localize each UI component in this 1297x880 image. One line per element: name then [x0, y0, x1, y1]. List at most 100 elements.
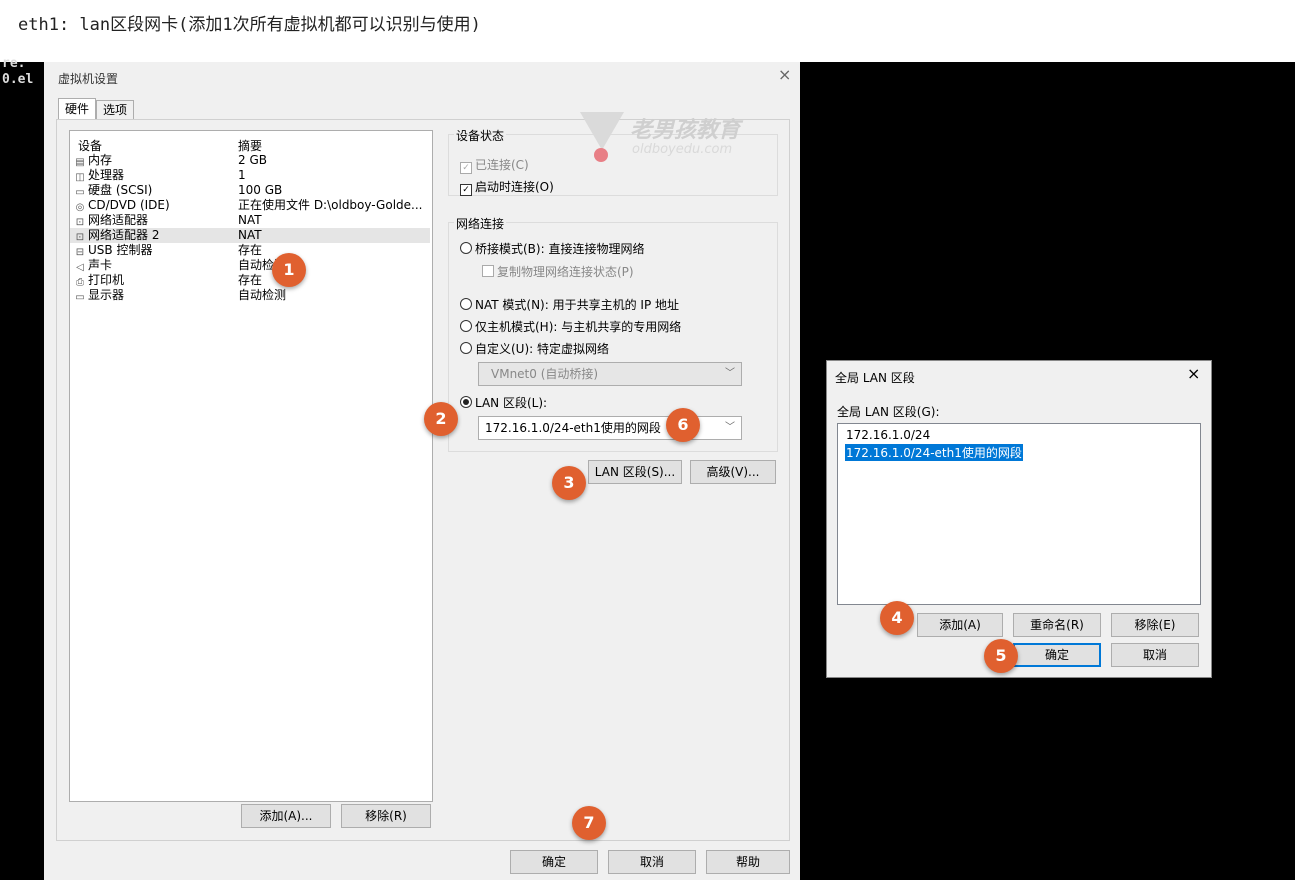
step-marker-3: 3 [552, 466, 586, 500]
network-icon: ⊡ [75, 217, 85, 228]
caption-text: eth1: lan区段网卡(添加1次所有虚拟机都可以识别与使用) [18, 15, 481, 35]
device-name: 内存 [88, 153, 113, 167]
watermark-logo-icon [580, 112, 624, 150]
device-summary: 正在使用文件 D:\oldboy-Golde... [238, 198, 423, 212]
lan-segments-button[interactable]: LAN 区段(S)... [588, 460, 682, 484]
lan-segment-select[interactable]: 172.16.1.0/24-eth1使用的网段 ﹀ [478, 416, 742, 440]
device-summary: 2 GB [238, 153, 267, 167]
bridged-label: 桥接模式(B): 直接连接物理网络 [475, 242, 645, 256]
device-row-network-2[interactable]: ⊡ 网络适配器 2 NAT [70, 228, 430, 243]
terminal-output: re. 0.el [2, 56, 33, 88]
device-name: USB 控制器 [88, 243, 153, 257]
lan-segment-radio[interactable]: LAN 区段(L): [460, 394, 547, 411]
device-row-cpu[interactable]: ◫ 处理器 1 [70, 168, 430, 183]
monitor-icon: ▭ [75, 292, 85, 303]
nat-radio[interactable]: NAT 模式(N): 用于共享主机的 IP 地址 [460, 296, 679, 313]
connect-at-power-on-label: 启动时连接(O) [475, 180, 554, 194]
lan-segment-list[interactable]: 172.16.1.0/24 172.16.1.0/24-eth1使用的网段 [837, 423, 1201, 605]
device-row-display[interactable]: ▭ 显示器 自动检测 [70, 288, 430, 303]
list-item-selected[interactable]: 172.16.1.0/24-eth1使用的网段 [845, 444, 1023, 461]
device-row-printer[interactable]: ⎙ 打印机 存在 [70, 273, 430, 288]
device-summary: 存在 [238, 243, 263, 257]
device-status-label: 设备状态 [454, 127, 507, 144]
watermark-brand: 老男孩教育 [630, 118, 741, 143]
usb-icon: ⊟ [75, 247, 85, 258]
add-hardware-button[interactable]: 添加(A)... [241, 804, 331, 828]
chevron-down-icon: ﹀ [725, 368, 735, 379]
network-icon: ⊡ [75, 232, 85, 243]
step-marker-6: 6 [666, 408, 700, 442]
connect-at-power-on-checkbox[interactable]: ✓ 启动时连接(O) [460, 178, 554, 196]
bridged-radio[interactable]: 桥接模式(B): 直接连接物理网络 [460, 240, 644, 257]
device-row-memory[interactable]: ▤ 内存 2 GB [70, 153, 430, 168]
device-name: CD/DVD (IDE) [88, 198, 170, 212]
lan-segment-value: 172.16.1.0/24-eth1使用的网段 [485, 421, 661, 435]
replicate-state-checkbox[interactable]: 复制物理网络连接状态(P) [482, 263, 634, 280]
tab-hardware[interactable]: 硬件 [58, 98, 96, 120]
dialog-title: 全局 LAN 区段 [835, 371, 915, 385]
device-row-sound[interactable]: ◁ 声卡 自动检测 [70, 258, 430, 273]
add-segment-button[interactable]: 添加(A) [917, 613, 1003, 637]
cd-icon: ◎ [75, 202, 85, 213]
radio-icon [460, 298, 472, 310]
device-summary: 存在 [238, 273, 263, 287]
step-marker-4: 4 [880, 601, 914, 635]
device-summary: NAT [238, 228, 262, 242]
device-name: 显示器 [88, 288, 125, 302]
step-marker-5: 5 [984, 639, 1018, 673]
device-name: 网络适配器 2 [88, 228, 160, 242]
vm-settings-window: 虚拟机设置 × 硬件 选项 设备 摘要 ▤ 内存 2 GB ◫ 处理器 1 ▭ 硬盘 … [44, 62, 800, 880]
device-summary: 1 [238, 168, 246, 182]
cancel-button[interactable]: 取消 [608, 850, 696, 874]
custom-radio[interactable]: 自定义(U): 特定虚拟网络 [460, 340, 609, 357]
remove-hardware-button[interactable]: 移除(R) [341, 804, 431, 828]
custom-label: 自定义(U): 特定虚拟网络 [475, 342, 610, 356]
list-item[interactable]: 172.16.1.0/24 [845, 428, 931, 442]
cpu-icon: ◫ [75, 172, 85, 183]
close-icon[interactable]: × [1187, 364, 1200, 383]
nat-label: NAT 模式(N): 用于共享主机的 IP 地址 [475, 298, 680, 312]
device-row-disk[interactable]: ▭ 硬盘 (SCSI) 100 GB [70, 183, 430, 198]
connected-label: 已连接(C) [475, 158, 529, 172]
lan-segment-label: LAN 区段(L): [475, 396, 548, 410]
step-marker-1: 1 [272, 253, 306, 287]
advanced-button[interactable]: 高级(V)... [690, 460, 776, 484]
radio-icon [460, 342, 472, 354]
rename-segment-button[interactable]: 重命名(R) [1013, 613, 1101, 637]
device-name: 硬盘 (SCSI) [88, 183, 153, 197]
list-label: 全局 LAN 区段(G): [837, 405, 940, 419]
terminal-line: 0.el [2, 72, 34, 87]
radio-icon [460, 242, 472, 254]
close-icon[interactable]: × [778, 65, 791, 84]
dialog-ok-button[interactable]: 确定 [1013, 643, 1101, 667]
custom-network-value: VMnet0 (自动桥接) [491, 367, 599, 381]
host-only-label: 仅主机模式(H): 与主机共享的专用网络 [475, 320, 682, 334]
custom-network-select: VMnet0 (自动桥接) ﹀ [478, 362, 742, 386]
summary-column-header: 摘要 [238, 139, 263, 153]
device-row-network[interactable]: ⊡ 网络适配器 NAT [70, 213, 430, 228]
device-row-usb[interactable]: ⊟ USB 控制器 存在 [70, 243, 430, 258]
device-row-cd[interactable]: ◎ CD/DVD (IDE) 正在使用文件 D:\oldboy-Golde... [70, 198, 430, 213]
step-marker-7: 7 [572, 806, 606, 840]
radio-icon [460, 320, 472, 332]
help-button[interactable]: 帮助 [706, 850, 790, 874]
checkbox-icon [482, 265, 494, 277]
watermark-site: oldboyedu.com [632, 142, 733, 157]
tab-options[interactable]: 选项 [96, 100, 134, 120]
radio-icon [460, 396, 472, 408]
watermark-logo-dot [594, 148, 608, 162]
host-only-radio[interactable]: 仅主机模式(H): 与主机共享的专用网络 [460, 318, 681, 335]
device-list[interactable]: 设备 摘要 ▤ 内存 2 GB ◫ 处理器 1 ▭ 硬盘 (SCSI) 100 GB … [69, 130, 433, 802]
speaker-icon: ◁ [76, 262, 84, 273]
connected-checkbox[interactable]: ✓ 已连接(C) [460, 156, 529, 174]
replicate-label: 复制物理网络连接状态(P) [497, 265, 634, 279]
ok-button[interactable]: 确定 [510, 850, 598, 874]
device-name: 打印机 [88, 273, 125, 287]
step-marker-2: 2 [424, 402, 458, 436]
window-title: 虚拟机设置 [58, 72, 119, 86]
remove-segment-button[interactable]: 移除(E) [1111, 613, 1199, 637]
disk-icon: ▭ [75, 187, 85, 198]
dialog-cancel-button[interactable]: 取消 [1111, 643, 1199, 667]
device-summary: 自动检测 [238, 288, 287, 302]
network-connection-label: 网络连接 [454, 215, 507, 232]
